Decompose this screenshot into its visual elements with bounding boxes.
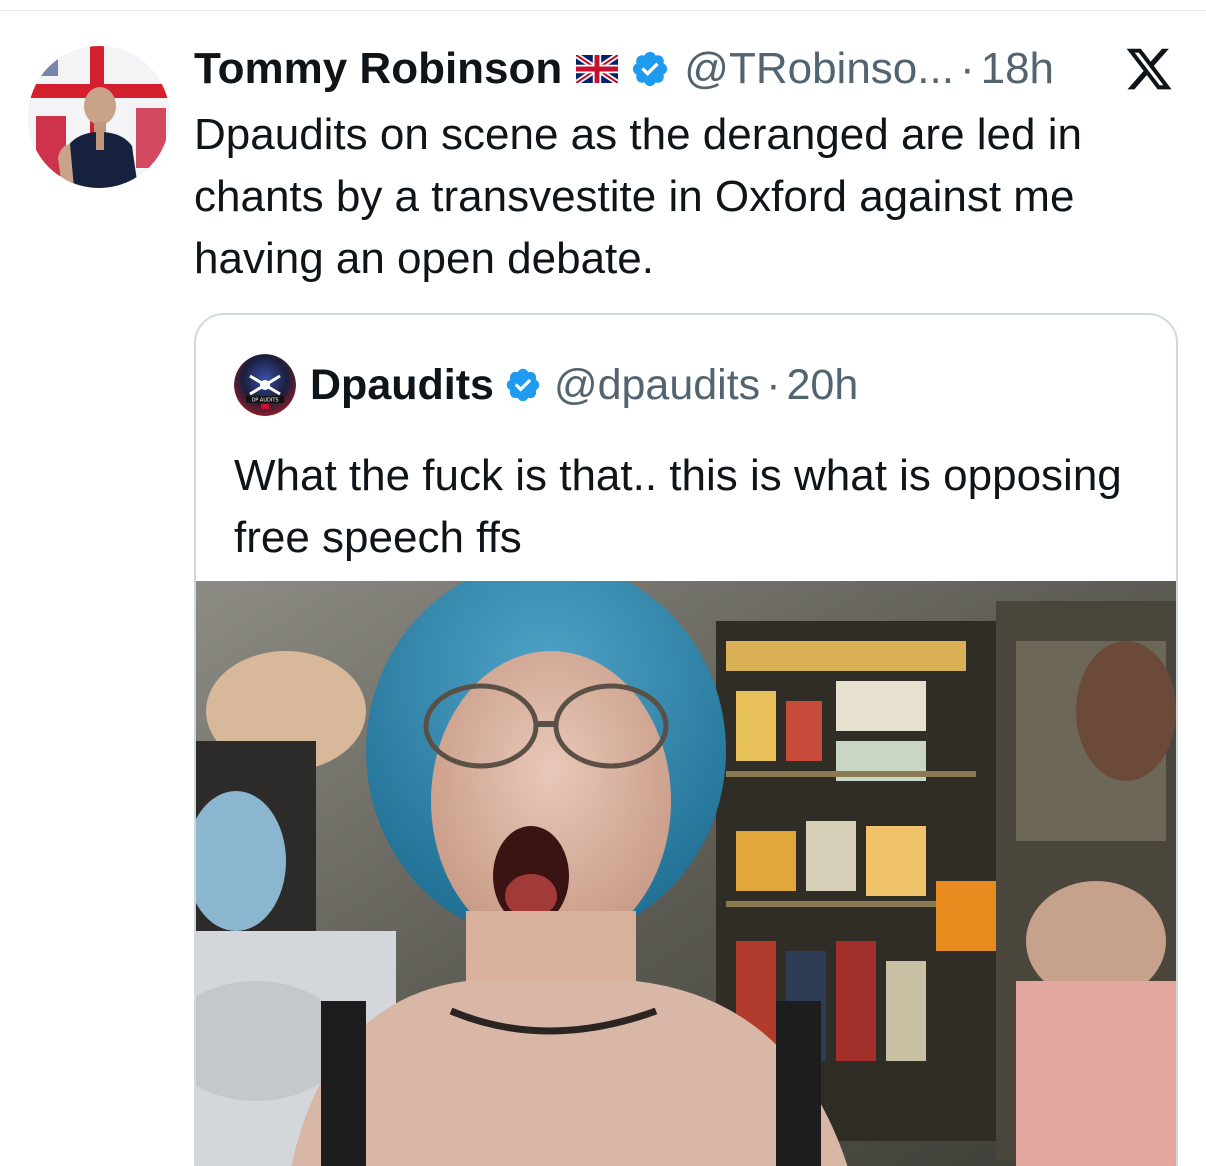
top-divider [0, 10, 1206, 11]
x-logo-icon[interactable] [1124, 44, 1174, 94]
tweet-header: Tommy Robinson @TRobinso... · 18h [194, 40, 1054, 98]
author-display-name[interactable]: Tommy Robinson [194, 44, 562, 94]
quoted-tweet-card[interactable]: DP AUDITS Dpaudits @dpaudits · 20h What … [194, 313, 1178, 1166]
quoted-author-display-name[interactable]: Dpaudits [310, 361, 494, 410]
quoted-video-thumbnail[interactable] [196, 581, 1176, 1166]
author-handle[interactable]: @TRobinso... [684, 44, 954, 94]
separator-dot: · [766, 360, 781, 409]
verified-badge-icon[interactable] [630, 49, 670, 89]
quoted-tweet-text: What the fuck is that.. this is what is … [234, 451, 1122, 562]
avatar-photo [28, 46, 170, 188]
quoted-avatar-logo-text: DP AUDITS [251, 398, 278, 404]
quoted-tweet-timestamp[interactable]: 20h [787, 361, 859, 410]
verified-badge-icon [504, 366, 542, 404]
quoted-author-handle[interactable]: @dpaudits [554, 361, 760, 410]
tweet-text: Dpaudits on scene as the deranged are le… [194, 110, 1082, 283]
tweet-timestamp[interactable]: 18h [981, 44, 1054, 94]
quoted-author-avatar[interactable]: DP AUDITS [234, 354, 296, 416]
uk-flag-icon [576, 55, 619, 83]
video-frame-image [196, 581, 1176, 1166]
separator-dot: · [959, 44, 975, 93]
quoted-tweet-header: DP AUDITS Dpaudits @dpaudits · 20h [234, 354, 859, 416]
author-avatar[interactable] [28, 46, 170, 188]
